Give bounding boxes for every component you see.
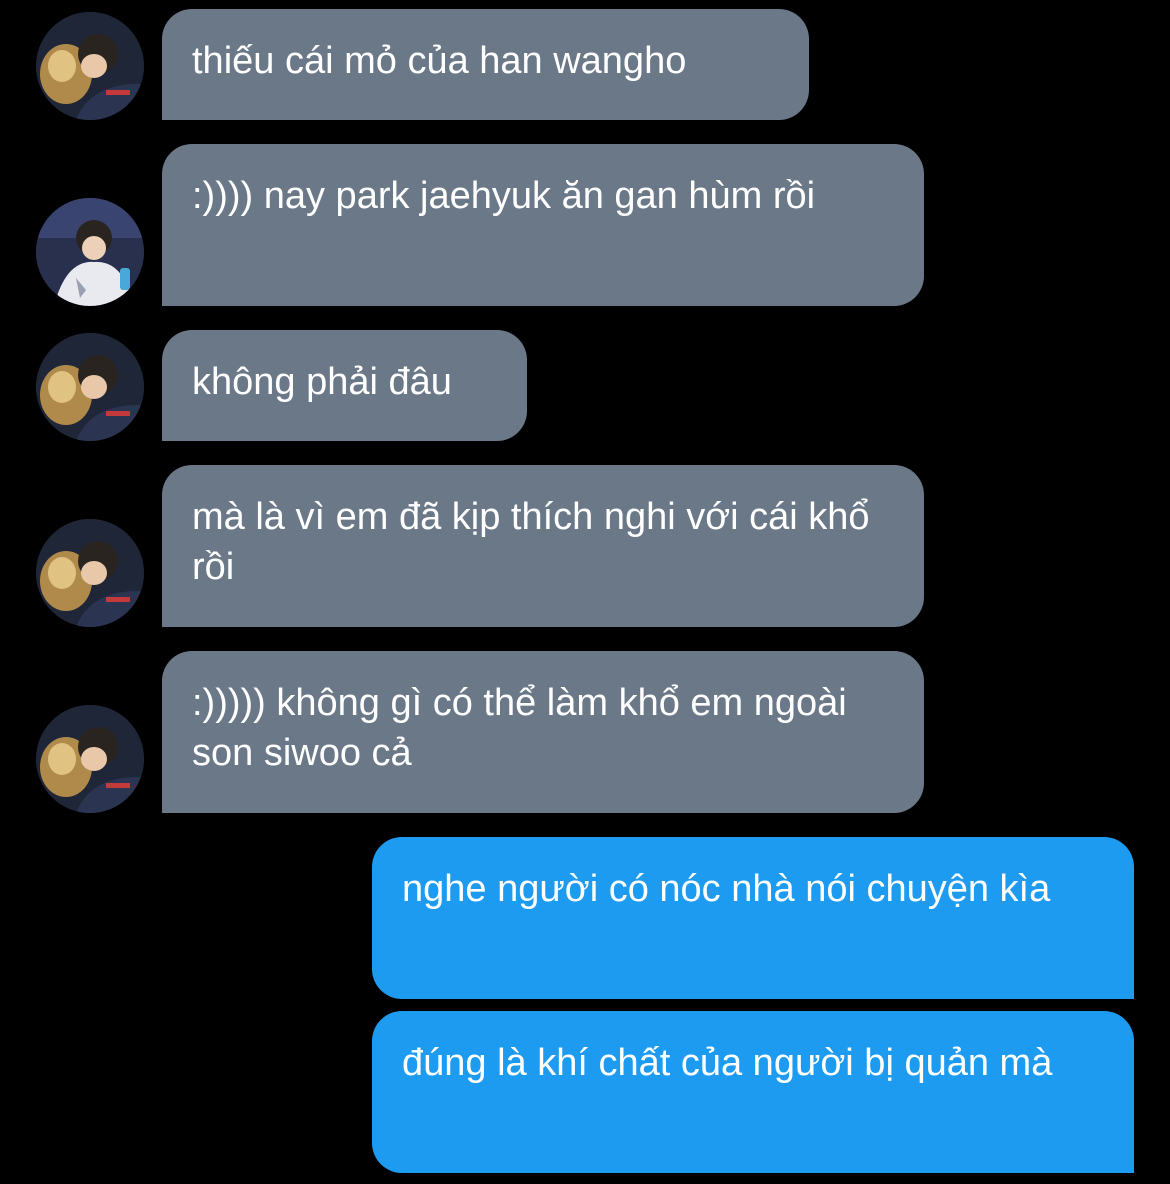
message-text: :)))) nay park jaehyuk ăn gan hùm rồi xyxy=(192,175,816,217)
message-bubble-incoming[interactable]: :))))) không gì có thể làm khổ em ngoài … xyxy=(162,651,924,813)
message-bubble-outgoing[interactable]: đúng là khí chất của người bị quản mà xyxy=(372,1011,1134,1173)
message-bubble-incoming[interactable]: :)))) nay park jaehyuk ăn gan hùm rồi xyxy=(162,144,924,306)
avatar-trophy-photo xyxy=(36,705,144,813)
message-text: :))))) không gì có thể làm khổ em ngoài … xyxy=(192,682,847,774)
avatar-trophy-photo xyxy=(36,519,144,627)
message-bubble-incoming[interactable]: không phải đâu xyxy=(162,330,527,441)
avatar[interactable] xyxy=(36,333,144,441)
message-bubble-incoming[interactable]: thiếu cái mỏ của han wangho xyxy=(162,9,809,120)
message-text: mà là vì em đã kịp thích nghi với cái kh… xyxy=(192,496,870,588)
chat-thread[interactable]: thiếu cái mỏ của han wangho :)))) nay pa… xyxy=(0,0,1170,1184)
avatar-white-jacket-photo xyxy=(36,198,144,306)
message-text: nghe người có nóc nhà nói chuyện kìa xyxy=(402,868,1051,910)
message-text: không phải đâu xyxy=(192,361,452,403)
avatar-trophy-photo xyxy=(36,12,144,120)
message-text: thiếu cái mỏ của han wangho xyxy=(192,40,687,82)
message-text: đúng là khí chất của người bị quản mà xyxy=(402,1042,1053,1084)
avatar[interactable] xyxy=(36,198,144,306)
avatar-trophy-photo xyxy=(36,333,144,441)
avatar[interactable] xyxy=(36,12,144,120)
avatar[interactable] xyxy=(36,705,144,813)
avatar[interactable] xyxy=(36,519,144,627)
message-bubble-incoming[interactable]: mà là vì em đã kịp thích nghi với cái kh… xyxy=(162,465,924,627)
message-bubble-outgoing[interactable]: nghe người có nóc nhà nói chuyện kìa xyxy=(372,837,1134,999)
